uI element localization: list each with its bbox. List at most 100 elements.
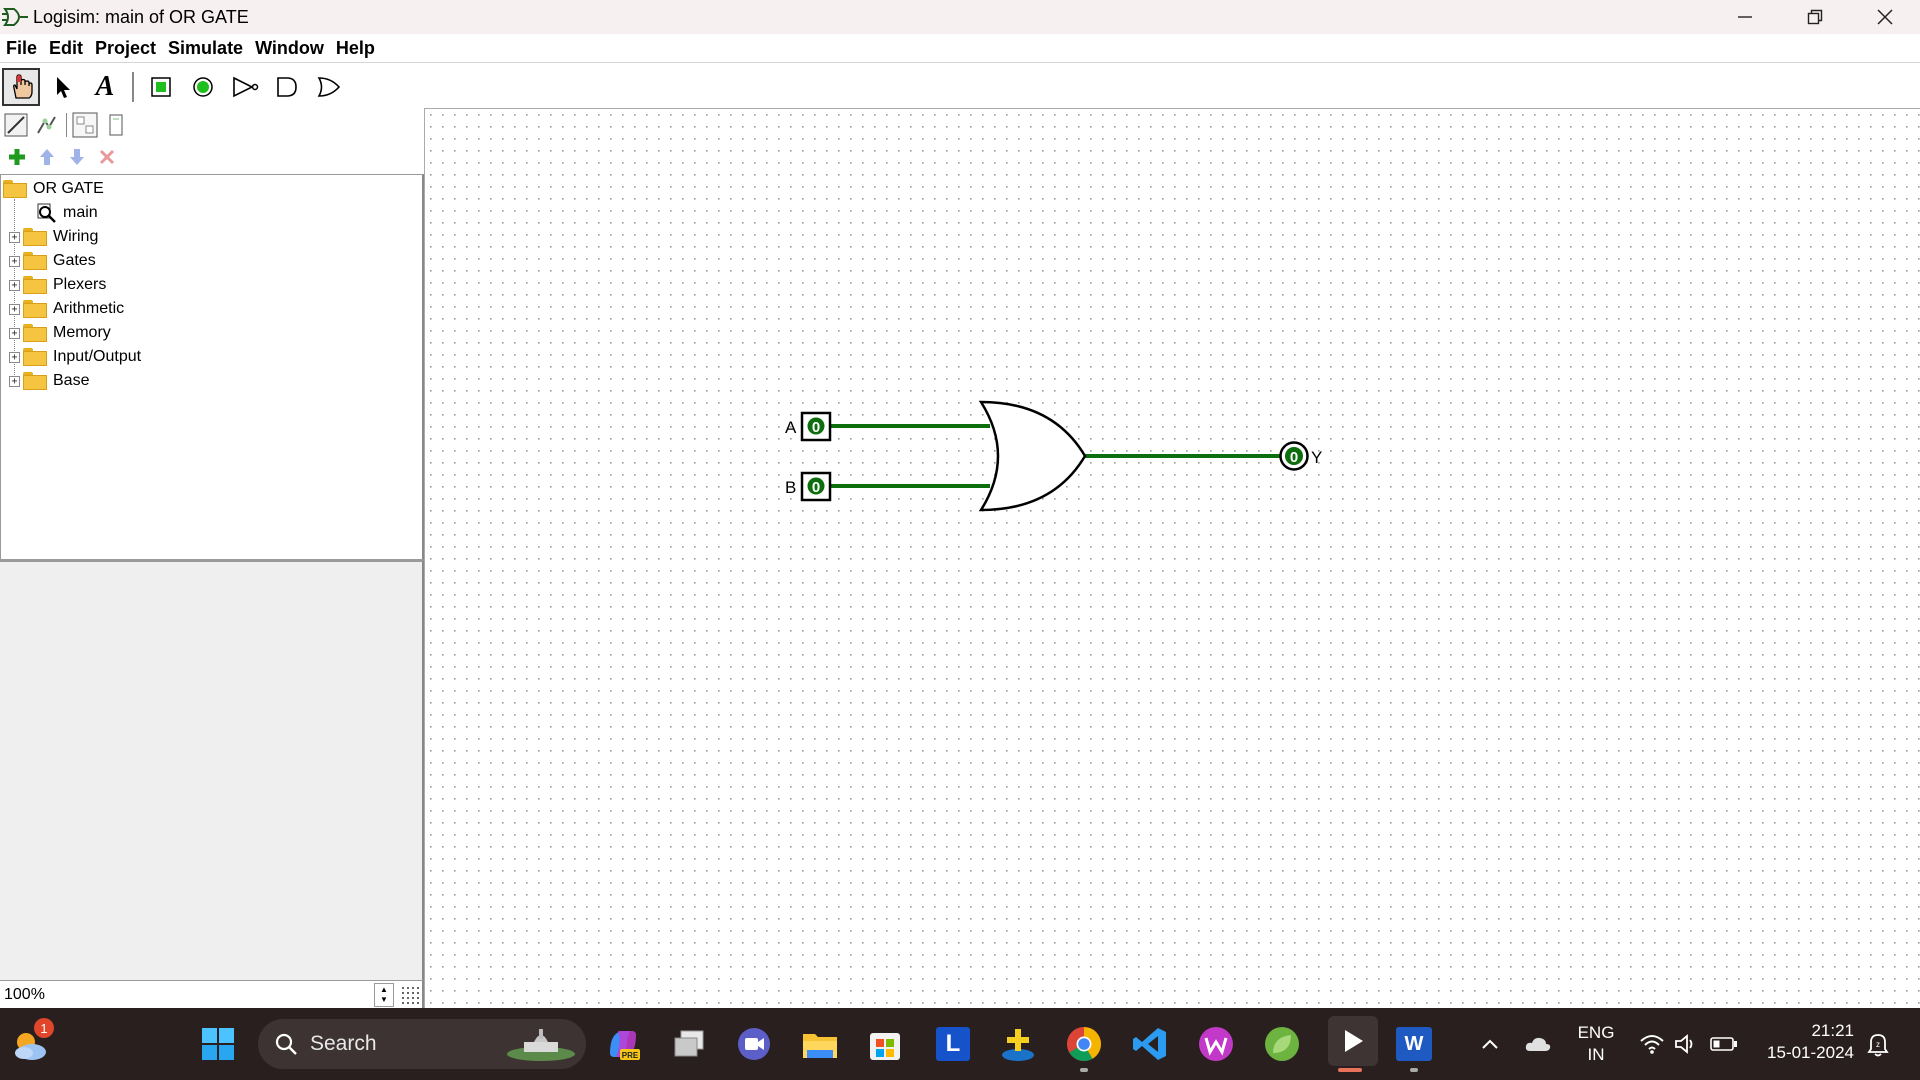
tree-circuit-main[interactable]: main	[35, 201, 98, 225]
logisim-app[interactable]	[1328, 1016, 1378, 1066]
expand-plus-icon[interactable]: +	[9, 231, 20, 243]
microsoft-store-app[interactable]	[865, 1024, 905, 1064]
pre-badge: PRE	[622, 1051, 639, 1060]
grid-toggle-button[interactable]	[398, 983, 422, 1007]
battery-tray[interactable]	[1704, 1024, 1744, 1064]
folder-icon	[23, 348, 47, 366]
restore-button[interactable]	[1780, 0, 1850, 34]
folder-icon	[23, 324, 47, 342]
minimize-button[interactable]	[1710, 0, 1780, 34]
or-gate-tool-button[interactable]	[310, 68, 348, 106]
file-explorer-app[interactable]	[800, 1024, 840, 1064]
task-view-app[interactable]	[669, 1024, 709, 1064]
volume-tray[interactable]	[1668, 1024, 1704, 1064]
tree-label: Wiring	[53, 228, 99, 245]
word-letter-text: W	[1404, 1032, 1424, 1055]
select-tool-button[interactable]	[44, 68, 82, 106]
window-controls	[1710, 0, 1920, 34]
teams-app[interactable]	[734, 1024, 774, 1064]
chevron-up-icon	[1482, 1039, 1498, 1049]
tree-label: Gates	[53, 252, 96, 269]
delete-x-icon	[99, 149, 115, 165]
poke-tool-button[interactable]	[2, 68, 40, 106]
cloud-icon	[1525, 1037, 1551, 1051]
text-tool-button[interactable]: A	[86, 68, 124, 106]
vscode-app[interactable]	[1130, 1024, 1170, 1064]
spinner-up-icon[interactable]: ▲	[380, 985, 388, 995]
toolbox-view-button[interactable]	[71, 111, 99, 139]
tree-label: Input/Output	[53, 348, 142, 365]
remove-circuit-button[interactable]	[94, 146, 120, 168]
input-pin-b[interactable]: 0	[800, 471, 832, 502]
output-pin-tool-button[interactable]	[184, 68, 222, 106]
move-down-button[interactable]	[64, 146, 90, 168]
expand-plus-icon[interactable]: +	[9, 327, 20, 339]
canvas-drawing[interactable]: 0 0 0 A B Y	[425, 109, 1920, 1009]
layout-edit-icon	[4, 113, 28, 137]
tree-library-input-output[interactable]: + Input/Output	[9, 345, 141, 369]
menu-file[interactable]: File	[6, 38, 37, 59]
not-gate-tool-button[interactable]	[226, 68, 264, 106]
tree-library-arithmetic[interactable]: + Arithmetic	[9, 297, 124, 321]
menu-simulate[interactable]: Simulate	[168, 38, 243, 59]
expand-plus-icon[interactable]: +	[9, 375, 20, 387]
edit-appearance-button[interactable]	[33, 111, 61, 139]
l-app[interactable]: L	[933, 1024, 973, 1064]
close-button[interactable]	[1850, 0, 1920, 34]
tree-library-base[interactable]: + Base	[9, 369, 89, 393]
clock-time: 21:21	[1811, 1021, 1854, 1040]
tree-library-memory[interactable]: + Memory	[9, 321, 111, 345]
expand-plus-icon[interactable]: +	[9, 351, 20, 363]
chrome-app[interactable]	[1064, 1024, 1104, 1064]
canvas-grid	[425, 109, 1920, 1009]
tree-project-root[interactable]: OR GATE	[3, 177, 104, 201]
explorer-view-toolbar	[2, 110, 133, 140]
l-letter-text: L	[945, 1030, 961, 1057]
input-b-value: 0	[812, 479, 820, 496]
word-icon: W	[1396, 1027, 1432, 1061]
menu-help[interactable]: Help	[336, 38, 375, 59]
input-pin-tool-button[interactable]	[142, 68, 180, 106]
add-circuit-button[interactable]	[4, 146, 30, 168]
region-code: IN	[1587, 1045, 1605, 1064]
start-button[interactable]	[198, 1024, 238, 1064]
wps-office-app[interactable]	[1196, 1024, 1236, 1064]
zoom-bar: 100% ▲ ▼	[0, 980, 424, 1008]
menu-edit[interactable]: Edit	[49, 38, 83, 59]
expand-plus-icon[interactable]: +	[9, 303, 20, 315]
input-pin-a[interactable]: 0	[800, 411, 832, 442]
notifications-button[interactable]: z	[1860, 1024, 1896, 1064]
tree-label: Base	[53, 372, 90, 389]
spinner-down-icon[interactable]: ▼	[380, 995, 388, 1005]
tree-library-wiring[interactable]: + Wiring	[9, 225, 98, 249]
menu-window[interactable]: Window	[255, 38, 324, 59]
move-up-button[interactable]	[34, 146, 60, 168]
circuit-canvas[interactable]: 0 0 0 A B Y	[424, 108, 1920, 1009]
wifi-tray[interactable]	[1632, 1024, 1672, 1064]
show-hidden-icons-button[interactable]	[1472, 1024, 1508, 1064]
and-gate-tool-button[interactable]	[268, 68, 306, 106]
edit-layout-button[interactable]	[2, 111, 30, 139]
play-icon	[1345, 1030, 1363, 1052]
word-app[interactable]: W	[1394, 1024, 1434, 1064]
tree-library-plexers[interactable]: + Plexers	[9, 273, 106, 297]
main-toolbar: A	[0, 66, 420, 108]
output-pin-y[interactable]: 0	[1279, 441, 1309, 471]
menu-project[interactable]: Project	[95, 38, 156, 59]
expand-plus-icon[interactable]: +	[9, 279, 20, 291]
zoom-value[interactable]: 100%	[4, 986, 374, 1004]
game-app[interactable]	[998, 1024, 1038, 1064]
clock[interactable]: 21:21 15-01-2024	[1756, 1020, 1854, 1064]
zoom-spinner[interactable]: ▲ ▼	[374, 982, 394, 1007]
simulation-view-button[interactable]	[102, 111, 130, 139]
taskbar-search[interactable]: Search	[258, 1019, 586, 1069]
folder-icon	[3, 180, 27, 198]
tree-library-gates[interactable]: + Gates	[9, 249, 96, 273]
expand-plus-icon[interactable]: +	[9, 255, 20, 267]
spring-tool-app[interactable]	[1262, 1024, 1302, 1064]
onedrive-tray[interactable]	[1518, 1024, 1558, 1064]
language-indicator[interactable]: ENG IN	[1570, 1022, 1622, 1066]
input-pin-icon	[151, 77, 171, 97]
copilot-app[interactable]: PRE	[603, 1024, 643, 1064]
folder-icon	[23, 372, 47, 390]
